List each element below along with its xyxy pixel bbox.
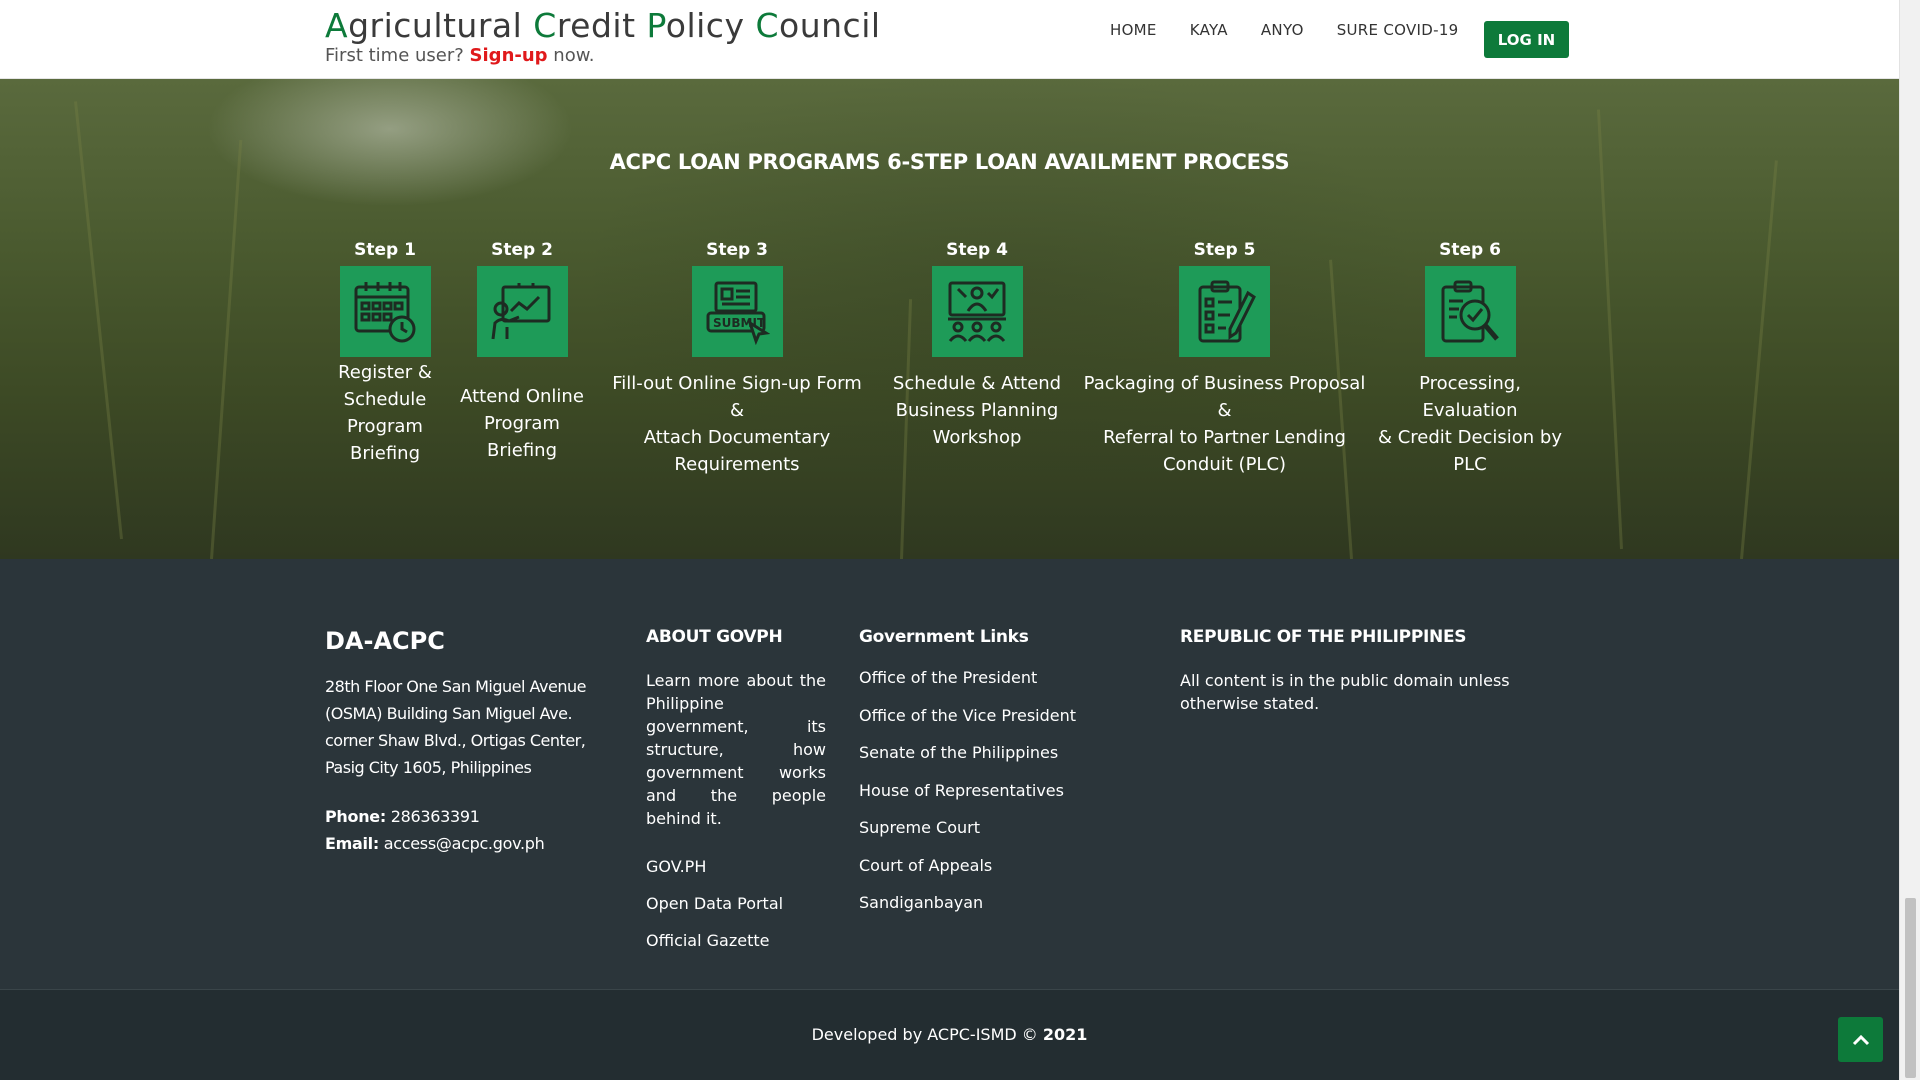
nav-home[interactable]: HOME: [1110, 21, 1157, 39]
evaluation-magnifier-icon: [1424, 266, 1516, 357]
about-govph: ABOUT GOVPH Learn more about the Philipp…: [646, 627, 846, 959]
back-to-top-button[interactable]: [1838, 1017, 1883, 1062]
copyright-bar: Developed by ACPC-ISMD © 2021: [0, 989, 1899, 1080]
step-description: Fill-out Online Sign-up Form & Attach Do…: [612, 373, 862, 475]
email-line: Email: access@acpc.gov.ph: [325, 834, 545, 853]
link-open-data-portal[interactable]: Open Data Portal: [646, 885, 846, 922]
workshop-meeting-icon: [931, 266, 1023, 357]
brand: Agricultural Credit Policy Council First…: [325, 6, 881, 66]
step-description: Attend Online Program Briefing: [460, 386, 584, 461]
submit-form-icon: SUBMIT: [691, 266, 783, 357]
republic-info: REPUBLIC OF THE PHILIPPINES All content …: [1180, 627, 1600, 715]
link-senate[interactable]: Senate of the Philippines: [859, 734, 1119, 772]
step-1: Step 1 Register & Schedule Program Brief…: [330, 240, 440, 467]
step-label: Step 6: [1439, 240, 1501, 260]
chevron-up-icon: [1852, 1034, 1869, 1045]
link-court-of-appeals[interactable]: Court of Appeals: [859, 847, 1119, 885]
link-office-of-the-vice-president[interactable]: Office of the Vice President: [859, 697, 1119, 735]
link-govph[interactable]: GOV.PH: [646, 848, 846, 885]
republic-heading: REPUBLIC OF THE PHILIPPINES: [1180, 627, 1467, 647]
step-description: Register & Schedule Program Briefing: [338, 362, 432, 464]
link-office-of-the-president[interactable]: Office of the President: [859, 659, 1119, 697]
site-header: Agricultural Credit Policy Council First…: [0, 0, 1899, 79]
phone-line: Phone: 286363391: [325, 807, 480, 826]
link-official-gazette[interactable]: Official Gazette: [646, 922, 846, 959]
login-button[interactable]: LOG IN: [1484, 21, 1569, 58]
government-links: Government Links Office of the President…: [859, 627, 1119, 922]
org-contact: Phone: 286363391 Email: access@acpc.gov.…: [325, 803, 595, 857]
step-description: Schedule & Attend Business Planning Work…: [892, 373, 1062, 448]
org-info: DA-ACPC 28th Floor One San Miguel Avenue…: [325, 627, 595, 857]
about-text: Learn more about the Philippine governme…: [646, 671, 826, 828]
step-label: Step 3: [706, 240, 768, 260]
step-label: Step 5: [1193, 240, 1256, 260]
link-sandiganbayan[interactable]: Sandiganbayan: [859, 884, 1119, 922]
about-heading: ABOUT GOVPH: [646, 627, 783, 647]
step-description: Packaging of Business Proposal & Referra…: [1083, 373, 1366, 475]
link-house-of-representatives[interactable]: House of Representatives: [859, 772, 1119, 810]
nav-sure-covid19[interactable]: SURE COVID-19: [1337, 21, 1459, 39]
loan-process-section: ACPC LOAN PROGRAMS 6-STEP LOAN AVAILMENT…: [0, 79, 1899, 559]
signup-prompt: First time user? Sign-up now.: [325, 45, 595, 66]
phone-number: 286363391: [390, 807, 480, 826]
step-2: Step 2 Attend Online Program Briefing: [447, 240, 597, 464]
nav-anyo[interactable]: ANYO: [1261, 21, 1304, 39]
section-title: ACPC LOAN PROGRAMS 6-STEP LOAN AVAILMENT…: [609, 150, 1290, 174]
link-supreme-court[interactable]: Supreme Court: [859, 809, 1119, 847]
scrollbar-thumb[interactable]: [1905, 898, 1916, 1078]
calendar-clock-icon: [339, 266, 431, 357]
step-label: Step 1: [354, 240, 416, 260]
checklist-clipboard-icon: [1179, 266, 1270, 357]
step-3: Step 3 SUBMIT Fill-out Online Sign-up Fo…: [607, 240, 867, 478]
step-6: Step 6 Processing, Evaluation & Credit D…: [1374, 240, 1566, 478]
about-links: GOV.PH Open Data Portal Official Gazette: [646, 848, 846, 959]
gov-links-heading: Government Links: [859, 627, 1029, 647]
step-description: Processing, Evaluation & Credit Decision…: [1377, 373, 1563, 475]
org-address: 28th Floor One San Miguel Avenue (OSMA) …: [325, 677, 586, 777]
gov-links-list: Office of the President Office of the Vi…: [859, 659, 1119, 922]
step-4: Step 4 Schedule & Attend Business Planni…: [887, 240, 1067, 451]
site-title[interactable]: Agricultural Credit Policy Council: [325, 6, 881, 45]
org-name: DA-ACPC: [325, 627, 445, 655]
copyright: Developed by ACPC-ISMD © 2021: [811, 1025, 1088, 1044]
email-link[interactable]: access@acpc.gov.ph: [384, 834, 545, 853]
main-nav: HOME KAYA ANYO SURE COVID-19: [1110, 21, 1492, 39]
step-label: Step 4: [946, 240, 1008, 260]
public-domain-notice: All content is in the public domain unle…: [1180, 671, 1510, 713]
step-5: Step 5 Packaging of Business Proposal & …: [1077, 240, 1372, 478]
site-footer: DA-ACPC 28th Floor One San Miguel Avenue…: [0, 559, 1899, 989]
step-label: Step 2: [491, 240, 553, 260]
signup-link[interactable]: Sign-up: [470, 45, 548, 66]
nav-kaya[interactable]: KAYA: [1190, 21, 1228, 39]
page-scrollbar[interactable]: [1899, 0, 1920, 1080]
online-presentation-icon: [476, 266, 568, 357]
